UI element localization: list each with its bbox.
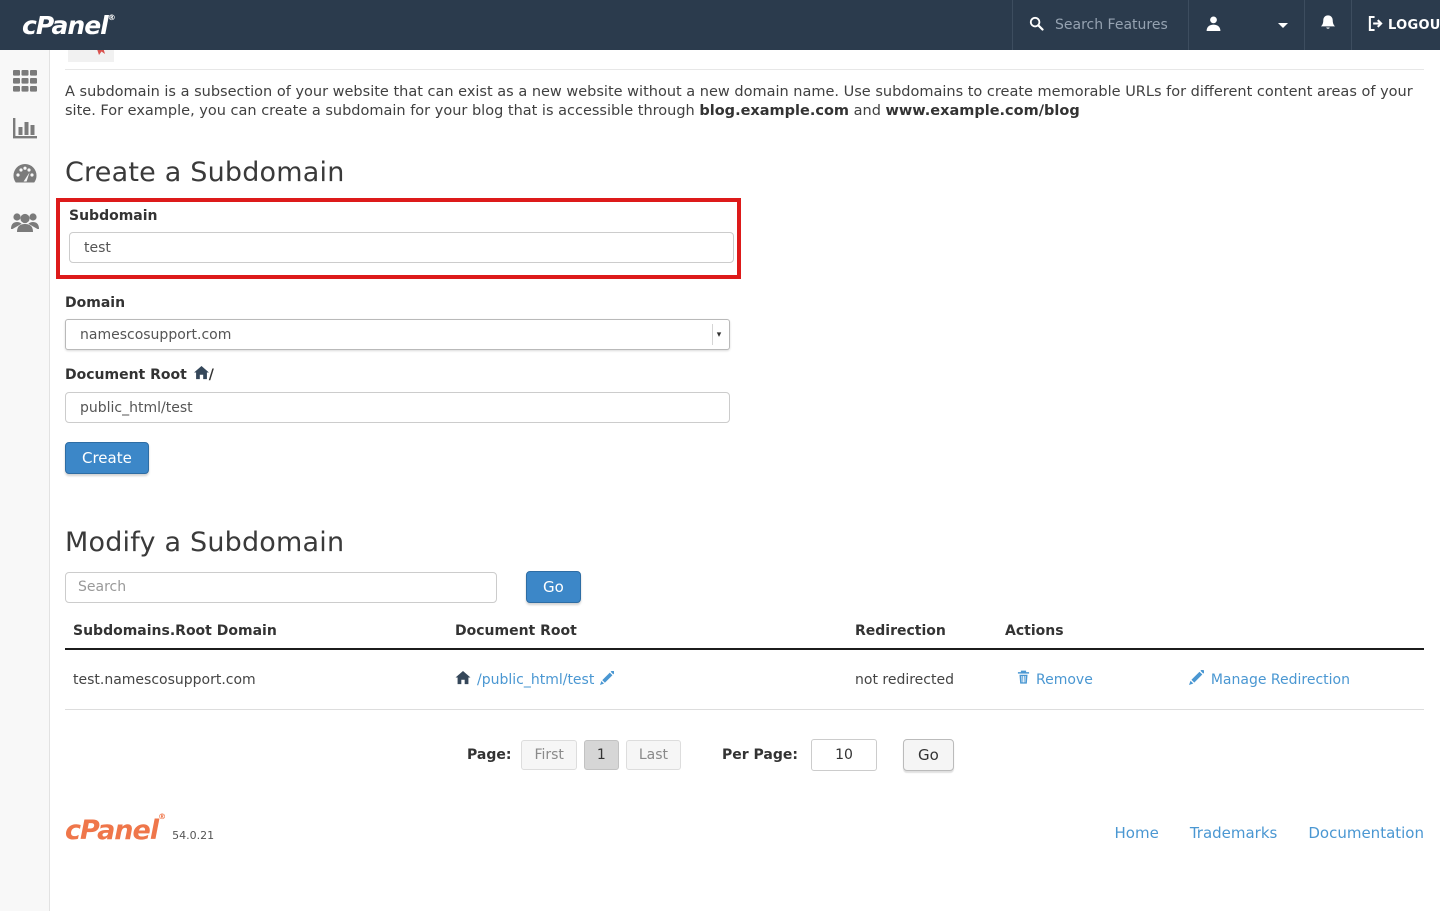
document-root-label: Document Root /	[65, 366, 1424, 384]
cell-actions: Remove Manage Redirection	[997, 649, 1424, 710]
footer-link-documentation[interactable]: Documentation	[1308, 824, 1424, 842]
footer-link-trademarks[interactable]: Trademarks	[1190, 824, 1278, 842]
search-features[interactable]: Search Features	[1012, 0, 1188, 50]
version-label: 54.0.21	[172, 829, 214, 842]
per-page-input[interactable]	[811, 739, 877, 771]
topbar: cPanel® Search Features LOGOUT	[0, 0, 1440, 50]
domain-label: Domain	[65, 295, 1424, 311]
create-subdomain-heading: Create a Subdomain	[65, 157, 1424, 188]
chevron-down-icon	[1278, 23, 1288, 28]
select-caret-icon: ▾	[712, 324, 725, 345]
manage-redirection-link[interactable]: Manage Redirection	[1189, 670, 1350, 689]
edit-pencil-icon[interactable]	[600, 671, 614, 689]
user-icon	[1205, 15, 1222, 36]
page-current-button[interactable]: 1	[584, 740, 619, 770]
trash-icon	[1017, 670, 1030, 689]
logout-button[interactable]: LOGOUT	[1351, 0, 1440, 50]
intro-text: A subdomain is a subsection of your webs…	[65, 83, 1424, 120]
per-page-label: Per Page:	[722, 747, 798, 763]
col-header-subdomains-root-domain: Subdomains.Root Domain	[65, 623, 447, 649]
cell-document-root: /public_html/test	[447, 649, 847, 710]
notifications-button[interactable]	[1304, 0, 1351, 50]
logout-label: LOGOUT	[1388, 18, 1440, 33]
domain-select[interactable]: namescosupport.com ▾	[65, 319, 730, 350]
subdomain-label: Subdomain	[69, 208, 734, 224]
create-button[interactable]: Create	[65, 442, 149, 474]
home-icon	[455, 671, 471, 689]
sidebar	[0, 50, 50, 911]
edit-pencil-icon	[1189, 670, 1204, 689]
logout-icon	[1368, 16, 1388, 35]
bell-icon	[1319, 14, 1337, 36]
user-menu[interactable]	[1188, 0, 1304, 50]
col-header-redirection: Redirection	[847, 623, 997, 649]
header-divider	[65, 69, 1424, 70]
statistics-icon[interactable]	[10, 113, 40, 143]
highlight-red-box: Subdomain	[56, 198, 741, 279]
document-root-link[interactable]: /public_html/test	[477, 672, 594, 688]
footer: cPanel® 54.0.21 Home Trademarks Document…	[65, 817, 1424, 844]
domain-selected-value: namescosupport.com	[80, 327, 231, 343]
table-row: test.namescosupport.com /public_html/tes…	[65, 649, 1424, 710]
subdomains-table: Subdomains.Root Domain Document Root Red…	[65, 623, 1424, 710]
page-first-button[interactable]: First	[521, 740, 576, 770]
remove-link[interactable]: Remove	[1017, 670, 1093, 689]
subdomain-input[interactable]	[69, 232, 734, 263]
cell-subdomain: test.namescosupport.com	[65, 649, 447, 710]
page-label: Page:	[467, 747, 511, 763]
col-header-document-root: Document Root	[447, 623, 847, 649]
search-go-button[interactable]: Go	[526, 571, 581, 603]
home-grid-icon[interactable]	[10, 66, 40, 96]
modify-subdomain-heading: Modify a Subdomain	[65, 527, 1424, 558]
cpanel-logo: cPanel®	[0, 11, 115, 40]
search-placeholder: Search Features	[1055, 17, 1168, 33]
document-root-input[interactable]	[65, 392, 730, 423]
pagination: Page: First 1 Last Per Page: Go	[467, 739, 1424, 771]
search-icon	[1029, 16, 1044, 35]
col-header-actions: Actions	[997, 623, 1424, 649]
cell-redirection: not redirected	[847, 649, 997, 710]
dashboard-gauge-icon[interactable]	[10, 160, 40, 190]
page-last-button[interactable]: Last	[626, 740, 681, 770]
users-icon[interactable]	[10, 207, 40, 237]
footer-link-home[interactable]: Home	[1115, 824, 1159, 842]
cpanel-footer-logo: cPanel®	[65, 817, 165, 844]
modify-search-input[interactable]	[65, 572, 497, 603]
per-page-go-button[interactable]: Go	[903, 739, 954, 771]
home-icon	[194, 366, 209, 384]
